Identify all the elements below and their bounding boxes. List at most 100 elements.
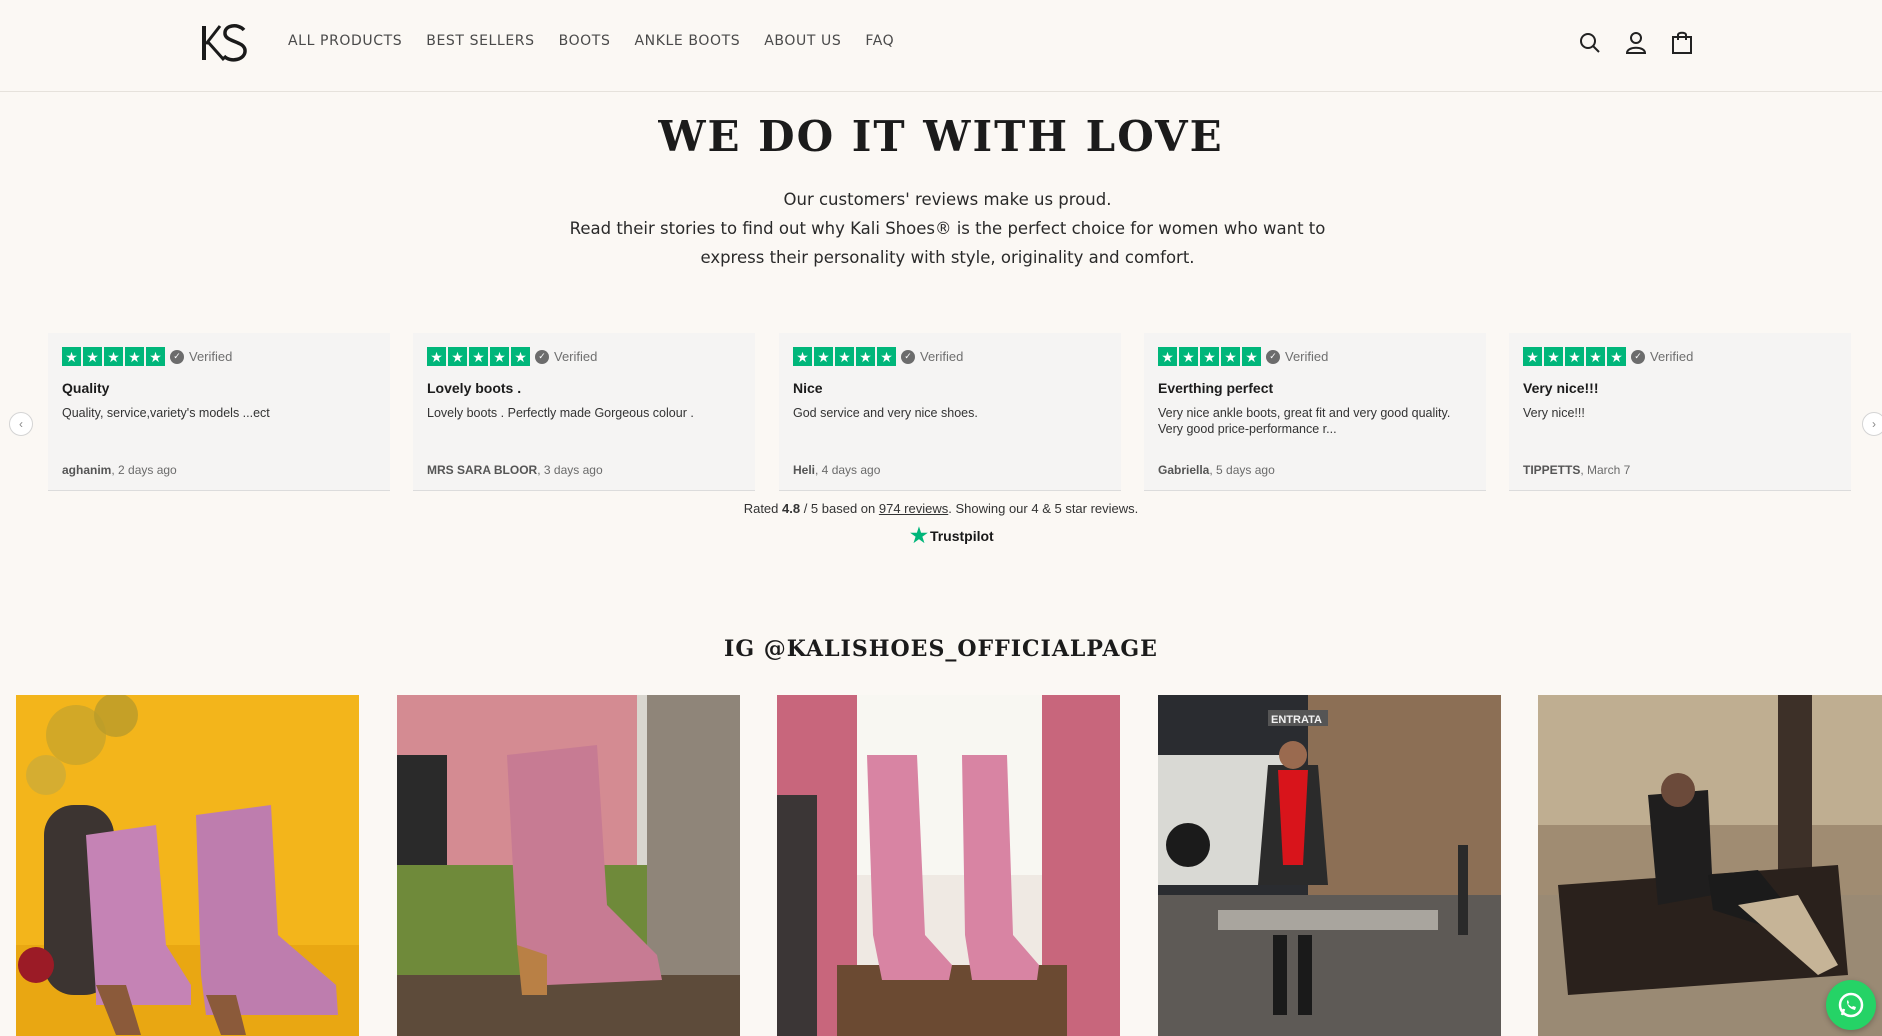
star-icon: ★	[1158, 347, 1177, 366]
review-author: aghanim, 2 days ago	[62, 463, 177, 477]
star-icon: ★	[1586, 347, 1605, 366]
main-nav: ALL PRODUCTS BEST SELLERS BOOTS ANKLE BO…	[288, 33, 894, 49]
star-icon: ★	[1242, 347, 1261, 366]
star-icon: ★	[1200, 347, 1219, 366]
carousel-next-button[interactable]: ›	[1862, 412, 1882, 436]
review-author: Heli, 4 days ago	[793, 463, 881, 477]
whatsapp-icon	[1838, 992, 1864, 1018]
star-icon: ★	[835, 347, 854, 366]
star-icon: ★	[146, 347, 165, 366]
pink-ankle-boots-image	[16, 695, 359, 1036]
star-icon: ★	[469, 347, 488, 366]
trustpilot-logo[interactable]: ★ Trustpilot	[910, 526, 994, 546]
star-icon: ★	[1523, 347, 1542, 366]
verified-badge: ✓ Verified	[901, 349, 963, 364]
star-icon: ★	[125, 347, 144, 366]
star-icon: ★	[427, 347, 446, 366]
star-icon: ★	[490, 347, 509, 366]
star-icon: ★	[793, 347, 812, 366]
hero-line-1: Our customers' reviews make us proud.	[783, 190, 1112, 209]
hero-title: WE DO IT WITH LOVE	[658, 112, 1224, 161]
nav-all-products[interactable]: ALL PRODUCTS	[288, 33, 402, 49]
review-title: Nice	[793, 380, 823, 396]
woman-on-bench-image	[1538, 695, 1882, 1036]
whatsapp-button[interactable]	[1826, 980, 1876, 1030]
chevron-right-icon: ›	[1872, 417, 1876, 431]
review-author: TIPPETTS, March 7	[1523, 463, 1631, 477]
chevron-left-icon: ‹	[19, 417, 23, 431]
carousel-prev-button[interactable]: ‹	[9, 412, 33, 436]
hero-description: Our customers' reviews make us proud. Re…	[560, 185, 1335, 272]
star-icon: ★	[62, 347, 81, 366]
verified-badge: ✓ Verified	[1266, 349, 1328, 364]
star-icon: ★	[877, 347, 896, 366]
woman-red-scarf-street-image: ENTRATA	[1158, 695, 1501, 1036]
header-icons	[1578, 30, 1694, 56]
review-author: MRS SARA BLOOR, 3 days ago	[427, 463, 603, 477]
check-icon: ✓	[535, 349, 549, 364]
review-card[interactable]: ★ ★ ★ ★ ★ ✓ Verified Very nice!!! Very nice!!…	[1509, 333, 1851, 491]
star-icon: ★	[814, 347, 833, 366]
account-icon[interactable]	[1624, 30, 1648, 56]
review-text: Very nice!!!	[1523, 406, 1585, 420]
instagram-title: IG @KALISHOES_OFFICIALPAGE	[724, 636, 1158, 662]
instagram-photo[interactable]	[1538, 695, 1882, 1036]
verified-badge: ✓ Verified	[535, 349, 597, 364]
star-icon: ★	[104, 347, 123, 366]
review-text: Very nice ankle boots, great fit and ver…	[1158, 406, 1451, 436]
reviews-count-link[interactable]: 974 reviews	[879, 501, 948, 516]
review-text: Quality, service,variety's models ...ect	[62, 406, 270, 420]
review-card[interactable]: ★ ★ ★ ★ ★ ✓ Verified Everthing perfect Very n…	[1144, 333, 1486, 491]
ks-logo[interactable]	[198, 20, 252, 66]
nav-faq[interactable]: FAQ	[865, 33, 894, 49]
check-icon: ✓	[1266, 349, 1280, 364]
search-icon[interactable]	[1578, 30, 1602, 56]
star-icon: ★	[83, 347, 102, 366]
nav-boots[interactable]: BOOTS	[559, 33, 611, 49]
rating-stars: ★ ★ ★ ★ ★	[62, 347, 165, 366]
review-text: Lovely boots . Perfectly made Gorgeous c…	[427, 406, 694, 420]
verified-badge: ✓ Verified	[170, 349, 232, 364]
rating-stars: ★ ★ ★ ★ ★	[427, 347, 530, 366]
instagram-photo[interactable]	[777, 695, 1120, 1036]
trustpilot-star-icon: ★	[910, 525, 928, 547]
review-title: Lovely boots .	[427, 380, 522, 396]
review-title: Everthing perfect	[1158, 380, 1274, 396]
review-card[interactable]: ★ ★ ★ ★ ★ ✓ Verified Nice God service and ver…	[779, 333, 1121, 491]
review-card[interactable]: ★ ★ ★ ★ ★ ✓ Verified Lovely boots . Lovely bo…	[413, 333, 755, 491]
check-icon: ✓	[1631, 349, 1645, 364]
cart-icon[interactable]	[1670, 30, 1694, 56]
star-icon: ★	[856, 347, 875, 366]
ks-monogram-logo	[202, 24, 247, 62]
star-icon: ★	[1607, 347, 1626, 366]
check-icon: ✓	[901, 349, 915, 364]
star-icon: ★	[1179, 347, 1198, 366]
instagram-photo[interactable]	[16, 695, 359, 1036]
review-title: Very nice!!!	[1523, 380, 1599, 396]
check-icon: ✓	[170, 349, 184, 364]
nav-ankle-boots[interactable]: ANKLE BOOTS	[634, 33, 740, 49]
rating-stars: ★ ★ ★ ★ ★	[793, 347, 896, 366]
rating-stars: ★ ★ ★ ★ ★	[1523, 347, 1626, 366]
bus-sign-text: ENTRATA	[1271, 714, 1322, 726]
review-author: Gabriella, 5 days ago	[1158, 463, 1275, 477]
pink-cowboy-boots-window-image	[777, 695, 1120, 1036]
nav-about-us[interactable]: ABOUT US	[764, 33, 841, 49]
instagram-photo[interactable]	[397, 695, 740, 1036]
star-icon: ★	[1544, 347, 1563, 366]
star-icon: ★	[1565, 347, 1584, 366]
site-header: ALL PRODUCTS BEST SELLERS BOOTS ANKLE BO…	[0, 0, 1882, 92]
review-title: Quality	[62, 380, 110, 396]
star-icon: ★	[448, 347, 467, 366]
review-text: God service and very nice shoes.	[793, 406, 978, 420]
rating-stars: ★ ★ ★ ★ ★	[1158, 347, 1261, 366]
rating-summary: Rated 4.8 / 5 based on 974 reviews. Show…	[743, 501, 1139, 516]
star-icon: ★	[1221, 347, 1240, 366]
star-icon: ★	[511, 347, 530, 366]
verified-badge: ✓ Verified	[1631, 349, 1693, 364]
pink-western-boot-image	[397, 695, 740, 1036]
review-card[interactable]: ★ ★ ★ ★ ★ ✓ Verified Quality Quality, service…	[48, 333, 390, 491]
nav-best-sellers[interactable]: BEST SELLERS	[426, 33, 534, 49]
hero-line-2: Read their stories to find out why Kali …	[569, 219, 1326, 267]
instagram-photo[interactable]: ENTRATA	[1158, 695, 1501, 1036]
